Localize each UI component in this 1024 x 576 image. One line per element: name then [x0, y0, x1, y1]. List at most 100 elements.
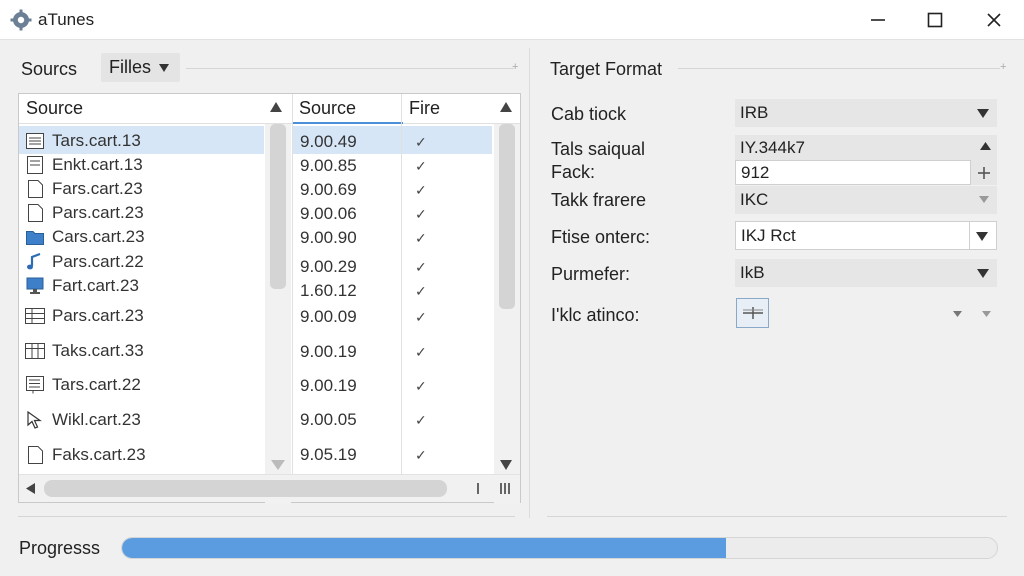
target-format-label: Target Format	[550, 59, 663, 79]
music-note-icon	[25, 252, 45, 272]
row-checkmark[interactable]: ✓	[415, 447, 427, 464]
prop-combobox[interactable]: IKJ Rct	[735, 221, 997, 250]
prop-label: Fack:	[551, 162, 596, 182]
sort-up-icon[interactable]	[270, 102, 282, 112]
list-icon	[25, 131, 45, 151]
item-name: Pars.cart.23	[52, 306, 144, 325]
prop-value: IKC	[740, 190, 769, 209]
item-value: 9.00.69	[300, 180, 357, 199]
right-pane-bottom-line	[547, 516, 1007, 517]
cursor-icon	[25, 410, 45, 430]
item-value: 9.00.90	[300, 228, 357, 247]
close-button[interactable]	[966, 0, 1022, 40]
list-item[interactable]: Faks.cart.23	[25, 441, 146, 469]
monitor-icon	[25, 276, 45, 296]
list-item[interactable]: Fart.cart.23	[25, 272, 139, 300]
column-divider	[401, 94, 402, 474]
list-vertical-scrollbar[interactable]	[494, 124, 520, 504]
minimize-button[interactable]	[850, 0, 906, 40]
item-name: Tars.cart.22	[52, 375, 141, 394]
item-name: Fars.cart.23	[52, 179, 143, 198]
files-dropdown-label: Filles	[109, 57, 152, 77]
name-column-scrollbar[interactable]	[265, 124, 291, 504]
item-value: 9.05.19	[300, 445, 357, 464]
window-title: aTunes	[38, 10, 95, 29]
item-name: Tars.cart.13	[52, 131, 141, 150]
sources-label: Sourcs	[21, 59, 78, 79]
scroll-up-icon[interactable]	[500, 102, 512, 112]
increment-button[interactable]	[971, 160, 997, 185]
row-checkmark[interactable]: ✓	[415, 134, 427, 151]
row-checkmark[interactable]: ✓	[415, 283, 427, 300]
table-icon	[25, 341, 45, 361]
source-list: Source Source Fire Tars.cart.13 Enkt.car…	[18, 93, 521, 504]
scroll-down-icon[interactable]	[271, 460, 285, 470]
edit-button[interactable]	[736, 298, 769, 328]
file-icon	[25, 203, 45, 223]
row-checkmark[interactable]: ✓	[415, 344, 427, 361]
row-checkmark[interactable]: ✓	[415, 230, 427, 247]
plus-icon	[978, 166, 990, 179]
list-item[interactable]: Taks.cart.33	[25, 337, 144, 365]
list-item[interactable]: Cars.cart.23	[25, 223, 145, 251]
progress-fill	[122, 538, 726, 558]
prop-dropdown[interactable]: IRB	[735, 99, 997, 127]
list-item[interactable]: Tars.cart.22	[25, 371, 141, 399]
caret-down-icon	[976, 232, 988, 241]
pane-splitter[interactable]	[529, 48, 530, 518]
column-divider	[292, 94, 293, 474]
list-item[interactable]: Pars.cart.23	[25, 302, 144, 330]
caret-up-icon[interactable]	[980, 142, 991, 150]
row-checkmark[interactable]: ✓	[415, 259, 427, 276]
progress-label: Progresss	[19, 538, 101, 558]
caret-down-icon	[979, 196, 989, 203]
minimize-icon	[871, 19, 885, 21]
caret-down-icon[interactable]	[953, 311, 962, 317]
item-value: 9.00.29	[300, 257, 357, 276]
document-lines-icon	[25, 155, 45, 175]
list-item[interactable]: Wikl.cart.23	[25, 406, 141, 434]
column-header-source[interactable]: Source	[19, 94, 265, 124]
row-checkmark[interactable]: ✓	[415, 309, 427, 326]
folder-icon	[25, 227, 45, 247]
active-column-indicator	[293, 122, 403, 124]
prop-label: Ftise onterc:	[551, 227, 651, 247]
scroll-end-mark	[477, 483, 479, 494]
caret-down-icon[interactable]	[982, 311, 991, 317]
list-box-icon	[25, 375, 45, 395]
scroll-down-icon[interactable]	[500, 460, 512, 470]
item-name: Cars.cart.23	[52, 227, 145, 246]
scroll-left-icon[interactable]	[26, 483, 35, 494]
maximize-button[interactable]	[907, 0, 963, 40]
prop-value: 912	[741, 162, 770, 182]
scrollbar-thumb[interactable]	[44, 480, 447, 497]
item-value: 9.00.19	[300, 342, 357, 361]
column-header-value[interactable]: Source	[292, 94, 400, 124]
item-name: Wikl.cart.23	[52, 410, 141, 429]
row-checkmark[interactable]: ✓	[415, 378, 427, 395]
prop-dropdown[interactable]: IKC	[735, 186, 997, 214]
file-icon	[25, 445, 45, 465]
row-checkmark[interactable]: ✓	[415, 206, 427, 223]
scrollbar-thumb[interactable]	[499, 124, 515, 309]
item-name: Fart.cart.23	[52, 276, 139, 295]
row-checkmark[interactable]: ✓	[415, 182, 427, 199]
caret-down-icon	[977, 269, 989, 278]
scroll-right-icon[interactable]	[500, 483, 510, 494]
files-dropdown[interactable]: Filles	[101, 53, 180, 82]
item-value: 9.00.19	[300, 376, 357, 395]
row-checkmark[interactable]: ✓	[415, 412, 427, 429]
item-value: 1.60.12	[300, 281, 357, 300]
column-header-flag[interactable]: Fire	[402, 94, 492, 124]
item-name: Taks.cart.33	[52, 341, 144, 360]
horizontal-scrollbar[interactable]	[19, 474, 520, 502]
prop-label: Purmefer:	[551, 264, 631, 284]
prop-dropdown[interactable]: IkB	[735, 259, 997, 287]
prop-label: Cab tiock	[551, 104, 627, 124]
prop-input[interactable]: 912	[735, 160, 971, 185]
scrollbar-thumb[interactable]	[270, 124, 286, 289]
row-checkmark[interactable]: ✓	[415, 158, 427, 175]
item-name: Enkt.cart.13	[52, 155, 143, 174]
prop-spinner[interactable]: IY.344k7	[735, 135, 997, 160]
progress-bar	[121, 537, 998, 559]
